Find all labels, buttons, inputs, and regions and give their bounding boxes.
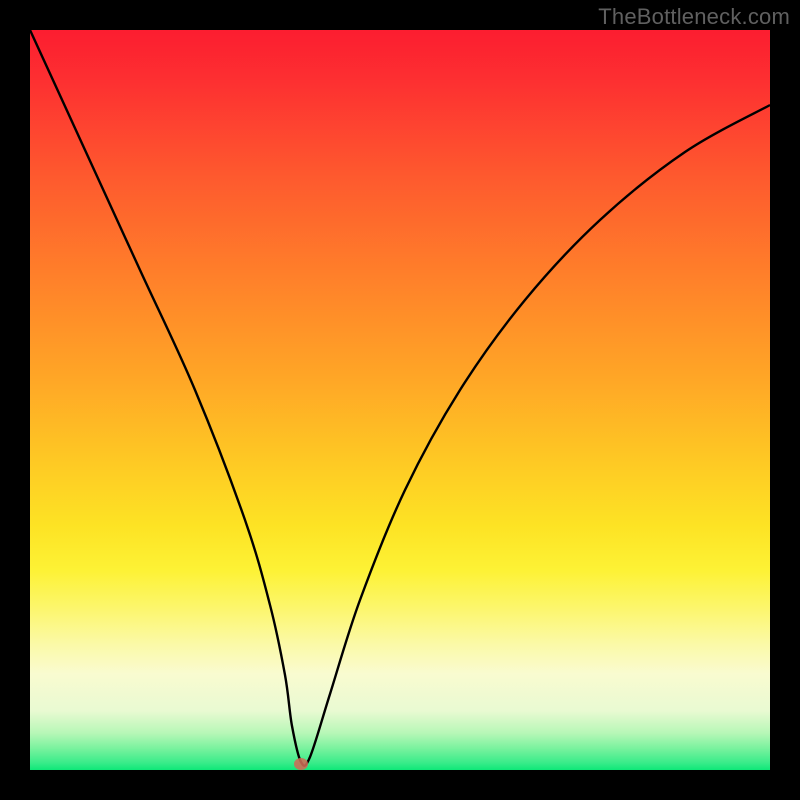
watermark-text: TheBottleneck.com — [598, 4, 790, 30]
min-point-dot — [294, 758, 308, 770]
bottleneck-curve — [30, 30, 770, 770]
chart-frame: TheBottleneck.com — [0, 0, 800, 800]
plot-area — [30, 30, 770, 770]
curve-path — [30, 30, 770, 766]
